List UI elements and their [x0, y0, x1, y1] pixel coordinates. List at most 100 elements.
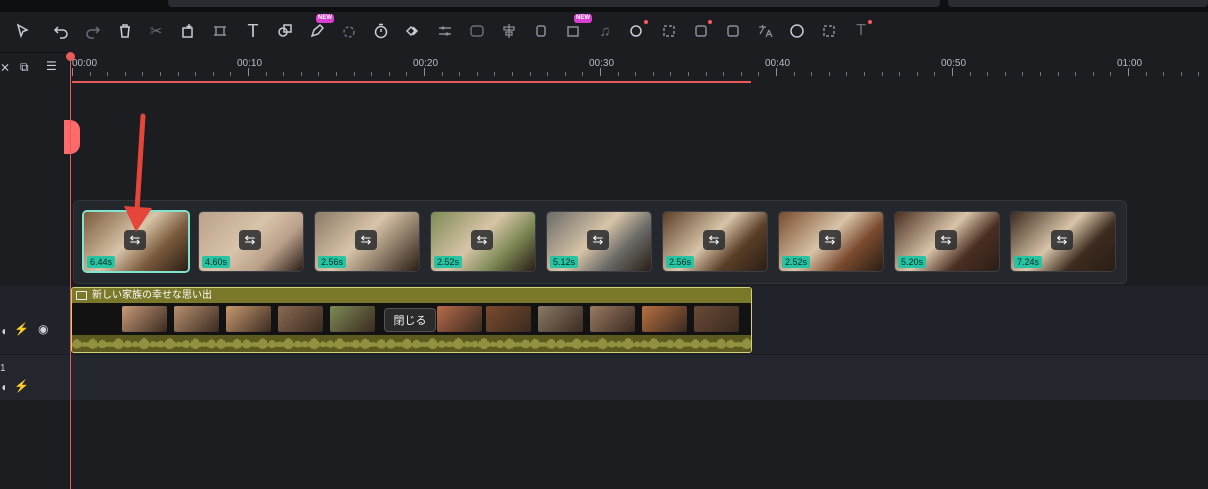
compound-thumbnail — [642, 306, 687, 332]
ruler-minor-tick — [336, 72, 337, 76]
delete-icon[interactable] — [112, 18, 138, 44]
close-button[interactable]: 閉じる — [384, 308, 436, 332]
ai-portrait-icon[interactable] — [656, 18, 682, 44]
ruler-minor-tick — [1075, 72, 1077, 76]
marker-handle[interactable] — [64, 120, 80, 154]
ruler-minor-tick — [617, 72, 619, 76]
redo-icon[interactable] — [80, 18, 106, 44]
popup-clip[interactable]: ⇆ 2.52s — [778, 211, 884, 272]
ruler-major-tick — [72, 68, 73, 76]
popup-clip[interactable]: ⇆ 5.20s — [894, 211, 1000, 272]
ruler-minor-tick — [142, 72, 144, 76]
ruler-minor-tick — [441, 72, 443, 76]
scissors-icon[interactable]: ✂ — [143, 18, 169, 44]
ruler-major-tick — [776, 68, 777, 76]
ruler-minor-tick — [1198, 72, 1200, 76]
clip-duration-badge: 5.12s — [550, 256, 579, 268]
replace-clip-icon[interactable]: ⇆ — [124, 230, 146, 250]
stabilize-icon[interactable] — [528, 18, 554, 44]
compound-thumbnail — [122, 306, 167, 332]
ruler-minor-tick — [899, 72, 901, 76]
link-icon[interactable]: ⧉ — [20, 60, 29, 75]
text-icon[interactable]: T — [240, 18, 266, 44]
popup-clip[interactable]: ⇆ 2.56s — [662, 211, 768, 272]
ai-enhance-icon[interactable] — [720, 18, 746, 44]
adjust-icon[interactable] — [432, 18, 458, 44]
popup-clip[interactable]: ⇆ 4.60s — [198, 211, 304, 272]
ruler-minor-tick — [107, 72, 109, 76]
ruler-minor-tick — [89, 72, 91, 76]
music-icon[interactable]: ♫ — [592, 18, 618, 44]
replace-clip-icon[interactable]: ⇆ — [819, 230, 841, 250]
clip-duration-badge: 2.52s — [782, 256, 811, 268]
ruler-minor-tick — [652, 72, 654, 76]
replace-clip-icon[interactable]: ⇆ — [587, 230, 609, 250]
detach-icon[interactable] — [175, 18, 201, 44]
unlink-icon[interactable]: ⨯ — [0, 60, 10, 74]
undo-icon[interactable] — [48, 18, 74, 44]
ruler-major-tick — [1128, 68, 1129, 76]
popup-clip[interactable]: ⇆ 2.56s — [314, 211, 420, 272]
magic-icon[interactable]: ⚡ — [14, 379, 29, 393]
ruler-minor-tick — [318, 72, 320, 76]
compound-thumbnail — [278, 306, 323, 332]
replace-clip-icon[interactable]: ⇆ — [471, 230, 493, 250]
replace-clip-icon[interactable]: ⇆ — [239, 230, 261, 250]
replace-clip-icon[interactable]: ⇆ — [703, 230, 725, 250]
compound-clip-thumbnails: 閉じる — [72, 303, 751, 335]
pen-icon[interactable]: NEW — [304, 14, 334, 44]
ruler-minor-tick — [1057, 72, 1059, 76]
compound-thumbnail — [694, 306, 739, 332]
translate-icon[interactable] — [752, 18, 778, 44]
ruler-minor-tick — [828, 72, 830, 76]
ruler-minor-tick — [916, 72, 918, 76]
ruler-minor-tick — [283, 72, 285, 76]
ruler-minor-tick — [212, 72, 214, 76]
ai-palette-icon[interactable] — [784, 18, 810, 44]
compound-thumbnail — [538, 306, 583, 332]
align-icon[interactable] — [496, 18, 522, 44]
new-badge: NEW — [574, 14, 592, 23]
ruler-minor-tick — [793, 72, 795, 76]
ai-text-icon[interactable]: T — [848, 18, 874, 44]
keyframe-icon[interactable] — [400, 18, 426, 44]
timer-icon[interactable] — [368, 18, 394, 44]
ai-video-icon[interactable] — [688, 18, 714, 44]
compound-clip[interactable]: 新しい家族の幸せな思い出 閉じる — [71, 287, 752, 353]
ai-audio-icon[interactable] — [624, 18, 650, 44]
ruler-minor-tick — [705, 72, 707, 76]
ruler-time-label: 00:40 — [765, 58, 791, 69]
shape-icon[interactable] — [272, 18, 298, 44]
ruler-minor-tick — [371, 72, 373, 76]
track-audio-icon[interactable]: ◖ — [0, 380, 7, 394]
replace-clip-icon[interactable]: ⇆ — [355, 230, 377, 250]
eye-icon[interactable]: ◉ — [38, 322, 48, 336]
crop-icon[interactable] — [207, 18, 233, 44]
magic-icon[interactable]: ⚡ — [14, 322, 29, 336]
speed-icon[interactable] — [336, 18, 362, 44]
ruler-minor-tick — [934, 72, 936, 76]
popup-clip[interactable]: ⇆ 7.24s — [1010, 211, 1116, 272]
popup-clip[interactable]: ⇆ 2.52s — [430, 211, 536, 272]
popup-clip[interactable]: ⇆ 5.12s — [546, 211, 652, 272]
replace-clip-icon[interactable]: ⇆ — [935, 230, 957, 250]
popup-clip[interactable]: ⇆ 6.44s — [82, 210, 190, 273]
compound-thumbnail — [226, 306, 271, 332]
ai-subtitle-icon[interactable] — [816, 18, 842, 44]
playhead[interactable] — [70, 52, 71, 489]
track-layout-icon[interactable]: ☰ — [46, 59, 57, 73]
select-tool-icon[interactable] — [10, 18, 36, 44]
compound-clip-popup: ⇆ 6.44s ⇆ 4.60s ⇆ 2.56s ⇆ 2.52s ⇆ 5.12s ⇆ 2.56s ⇆ 2.5… — [73, 200, 1127, 284]
ai-effect-icon[interactable]: NEW — [560, 14, 592, 44]
compound-clip-title: 新しい家族の幸せな思い出 — [92, 290, 212, 301]
ruler-minor-tick — [1180, 72, 1182, 76]
ruler-minor-tick — [564, 72, 566, 76]
track-audio-icon[interactable]: ◖ — [0, 324, 7, 338]
ruler-minor-tick — [670, 72, 672, 76]
ruler-minor-tick — [195, 72, 197, 76]
ruler-minor-tick — [476, 72, 478, 76]
render-progress-line — [72, 81, 751, 83]
playhead-handle[interactable] — [66, 52, 75, 61]
replace-clip-icon[interactable]: ⇆ — [1051, 230, 1073, 250]
audio-icon[interactable] — [464, 18, 490, 44]
